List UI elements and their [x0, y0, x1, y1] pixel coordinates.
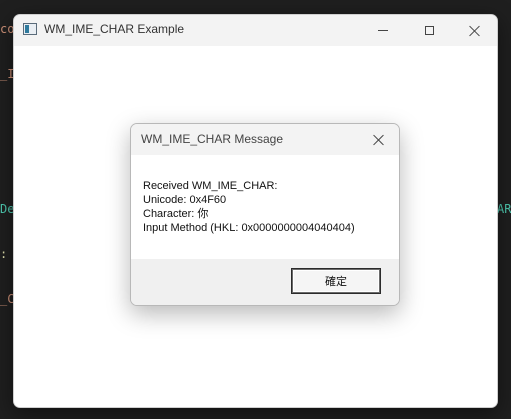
message-line: Unicode: 0x4F60: [143, 194, 227, 206]
message-line: Character: 你: [143, 208, 209, 220]
window-titlebar[interactable]: WM_IME_CHAR Example: [14, 15, 497, 46]
minimize-icon: [378, 30, 388, 31]
dialog-titlebar[interactable]: WM_IME_CHAR Message: [131, 124, 399, 155]
window-title: WM_IME_CHAR Example: [44, 22, 185, 36]
minimize-button[interactable]: [360, 15, 406, 46]
code-fragment: :: [0, 247, 8, 261]
code-fragment: AR: [497, 202, 511, 216]
message-line: Input Method (HKL: 0x0000000004040404): [143, 222, 355, 234]
message-dialog: WM_IME_CHAR Message Received WM_IME_CHAR…: [130, 123, 400, 306]
message-text: Received WM_IME_CHAR: Unicode: 0x4F60 Ch…: [143, 179, 355, 235]
ok-button[interactable]: 確定: [292, 269, 380, 293]
close-icon: [469, 25, 481, 37]
app-window-icon: [23, 23, 37, 35]
message-line: Received WM_IME_CHAR:: [143, 180, 278, 192]
dialog-footer: 確定: [131, 259, 399, 305]
dialog-body: Received WM_IME_CHAR: Unicode: 0x4F60 Ch…: [131, 155, 399, 259]
maximize-button[interactable]: [406, 15, 452, 46]
close-icon: [373, 134, 385, 146]
dialog-title: WM_IME_CHAR Message: [141, 132, 284, 146]
maximize-icon: [424, 26, 434, 35]
dialog-close-button[interactable]: [359, 124, 399, 155]
close-button[interactable]: [452, 15, 497, 46]
